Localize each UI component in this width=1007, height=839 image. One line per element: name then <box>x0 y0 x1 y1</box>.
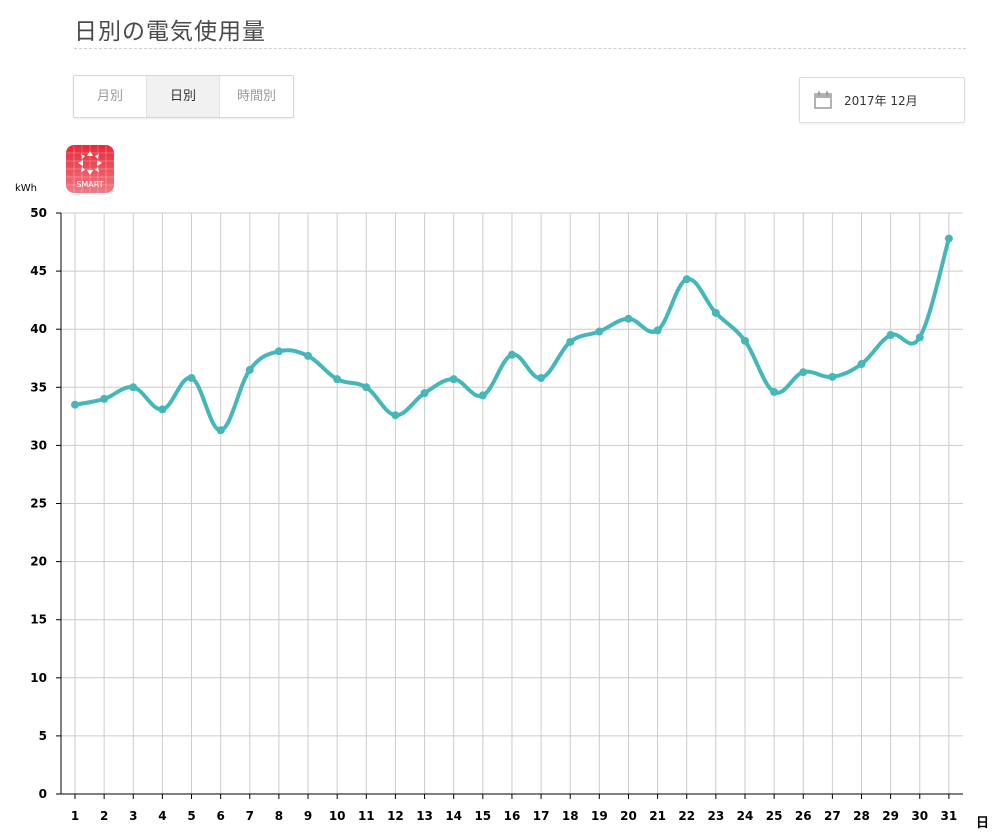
x-tick-label-10: 10 <box>329 809 346 823</box>
x-tick-label-15: 15 <box>474 809 491 823</box>
page: 日別の電気使用量 月別 日別 時間別 2017年 12月 SMART kWh 日… <box>0 0 1007 839</box>
data-point-day-27[interactable] <box>828 372 837 381</box>
x-tick-label-31: 31 <box>941 809 958 823</box>
x-tick-label-16: 16 <box>504 809 521 823</box>
data-point-day-8[interactable] <box>274 347 283 356</box>
data-point-day-19[interactable] <box>595 327 604 336</box>
data-point-day-25[interactable] <box>770 387 779 396</box>
x-tick-label-8: 8 <box>275 809 283 823</box>
x-tick-label-29: 29 <box>882 809 899 823</box>
data-point-day-6[interactable] <box>216 426 225 435</box>
data-point-day-11[interactable] <box>362 383 371 392</box>
x-tick-label-7: 7 <box>246 809 254 823</box>
y-tick-label-20: 20 <box>30 555 47 569</box>
data-point-day-18[interactable] <box>566 337 575 346</box>
x-tick-labels: 1 2 3 4 5 6 7 8 9 10 11 12 13 14 15 16 17 18 19 20 21 22 23 24 2… <box>71 809 957 823</box>
x-tick-label-1: 1 <box>71 809 79 823</box>
x-tick-label-18: 18 <box>562 809 579 823</box>
x-tick-label-25: 25 <box>766 809 783 823</box>
data-point-day-7[interactable] <box>245 365 254 374</box>
y-axis-unit-label: kWh <box>15 183 37 194</box>
data-point-day-1[interactable] <box>71 400 79 409</box>
y-tick-label-45: 45 <box>30 264 47 278</box>
data-point-day-9[interactable] <box>304 351 313 360</box>
x-tick-label-19: 19 <box>591 809 608 823</box>
data-point-day-29[interactable] <box>886 331 895 340</box>
x-tick-label-24: 24 <box>737 809 754 823</box>
y-tick-label-30: 30 <box>30 438 47 452</box>
data-point-day-20[interactable] <box>624 314 633 323</box>
axis-layer <box>56 212 963 799</box>
data-point-day-16[interactable] <box>507 350 516 359</box>
data-point-day-3[interactable] <box>129 383 138 392</box>
y-tick-label-40: 40 <box>30 322 47 336</box>
data-point-day-2[interactable] <box>100 394 109 403</box>
x-tick-label-13: 13 <box>416 809 433 823</box>
data-point-day-4[interactable] <box>158 405 167 414</box>
x-tick-label-21: 21 <box>649 809 666 823</box>
x-tick-label-30: 30 <box>911 809 928 823</box>
x-tick-label-28: 28 <box>853 809 870 823</box>
x-tick-label-14: 14 <box>445 809 462 823</box>
x-tick-label-5: 5 <box>187 809 195 823</box>
data-point-day-17[interactable] <box>537 374 546 383</box>
grid-layer <box>61 212 963 795</box>
x-tick-label-26: 26 <box>795 809 812 823</box>
data-point-day-12[interactable] <box>391 411 400 420</box>
y-tick-label-0: 0 <box>39 787 47 801</box>
x-tick-label-6: 6 <box>216 809 224 823</box>
usage-chart: kWh 日 05101520253035404550 1 2 3 4 5 6 7 8 9 10 11… <box>15 183 989 831</box>
data-point-day-15[interactable] <box>478 391 487 400</box>
x-tick-label-11: 11 <box>358 809 375 823</box>
x-tick-label-20: 20 <box>620 809 637 823</box>
y-tick-label-25: 25 <box>30 497 47 511</box>
x-tick-label-12: 12 <box>387 809 404 823</box>
x-tick-label-9: 9 <box>304 809 312 823</box>
y-tick-label-10: 10 <box>30 671 47 685</box>
data-point-day-5[interactable] <box>187 374 196 383</box>
y-tick-label-50: 50 <box>30 206 47 220</box>
x-tick-label-2: 2 <box>100 809 108 823</box>
x-tick-label-22: 22 <box>678 809 695 823</box>
x-tick-label-4: 4 <box>158 809 166 823</box>
x-axis-unit-label: 日 <box>976 816 989 831</box>
data-point-day-24[interactable] <box>740 336 749 345</box>
y-tick-label-5: 5 <box>39 729 47 743</box>
data-point-day-26[interactable] <box>799 368 808 377</box>
y-tick-label-35: 35 <box>30 380 47 394</box>
data-point-day-31[interactable] <box>944 234 953 243</box>
data-point-day-23[interactable] <box>711 308 720 317</box>
y-tick-label-15: 15 <box>30 613 47 627</box>
x-tick-label-17: 17 <box>533 809 550 823</box>
data-point-day-22[interactable] <box>682 275 691 284</box>
x-tick-label-23: 23 <box>708 809 725 823</box>
data-point-day-14[interactable] <box>449 375 458 384</box>
data-point-day-30[interactable] <box>915 333 924 342</box>
data-point-day-13[interactable] <box>420 389 429 398</box>
y-tick-labels: 0 5 10 15 20 25 30 35 40 45 50 <box>30 206 47 801</box>
data-point-day-10[interactable] <box>333 375 342 384</box>
x-tick-label-3: 3 <box>129 809 137 823</box>
data-point-day-28[interactable] <box>857 360 866 369</box>
data-point-day-21[interactable] <box>653 326 662 335</box>
x-tick-label-27: 27 <box>824 809 841 823</box>
